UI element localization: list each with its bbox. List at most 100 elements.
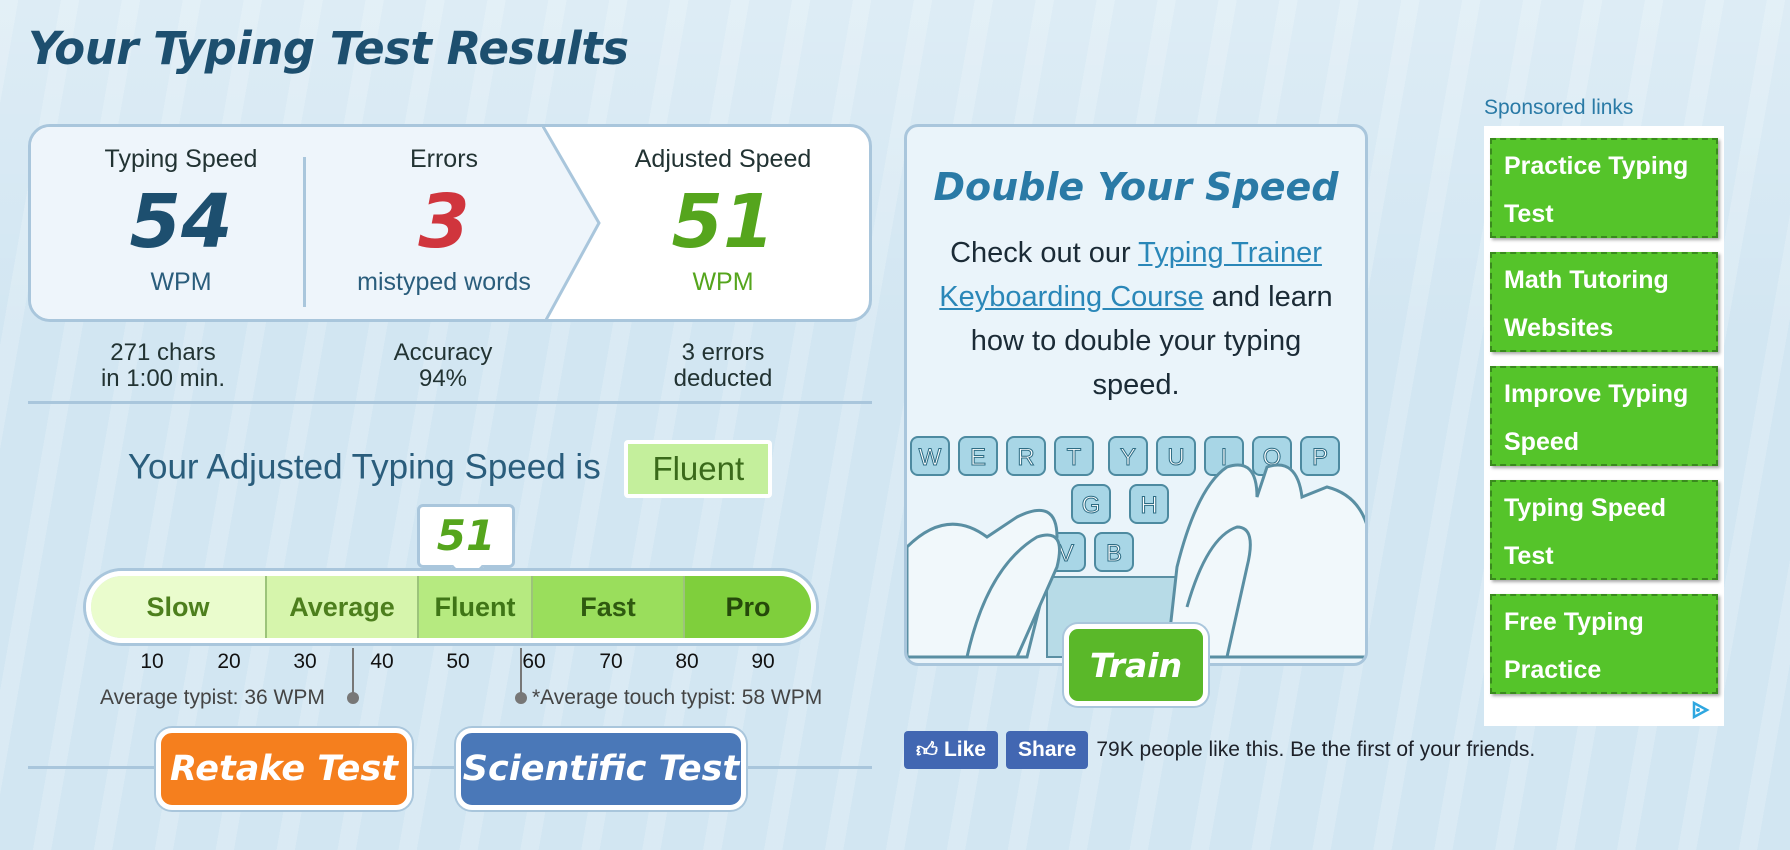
sponsored-link-line1: Math Tutoring [1504, 266, 1669, 294]
deducted-label: deducted [673, 365, 773, 392]
keyboard-key-label: G [1082, 492, 1101, 519]
chars-count: 271 chars [110, 339, 216, 366]
tick-label: 80 [675, 650, 699, 673]
scientific-test-button[interactable]: Scientific Test [456, 728, 746, 810]
keyboard-key-label: Y [1120, 444, 1136, 471]
typing-speed-unit: WPM [150, 268, 212, 296]
accuracy-value: 94% [418, 365, 468, 392]
page-title: Your Typing Test Results [28, 22, 629, 75]
tick-label: 30 [293, 650, 317, 673]
adjusted-speed-label: Adjusted Speed [634, 145, 812, 173]
keyboard-key: T [1054, 436, 1094, 476]
speed-scale: Slow Average Fluent Fast Pro [86, 571, 816, 643]
tick-label: 10 [140, 650, 164, 673]
keyboard-key-label: P [1312, 444, 1328, 471]
tick-label: 60 [522, 650, 546, 673]
sponsored-link-line2: Websites [1504, 314, 1614, 342]
scale-segment-average: Average [267, 576, 419, 638]
tick-label: 50 [446, 650, 470, 673]
results-panel: Typing Speed 54 WPM Errors 3 mistyped wo… [28, 124, 872, 322]
errors-label: Errors [409, 145, 479, 173]
keyboard-key-label: H [1140, 492, 1157, 519]
scale-segment-slow: Slow [91, 576, 267, 638]
sponsored-link[interactable]: Free Typing Practice [1490, 594, 1718, 694]
chars-duration: in 1:00 min. [100, 365, 226, 392]
tick-label: 90 [751, 650, 775, 673]
share-button[interactable]: Share [1005, 731, 1089, 769]
sponsored-link[interactable]: Typing Speed Test [1490, 480, 1718, 580]
tick-label: 70 [599, 650, 623, 673]
adjusted-speed-value: 51 [671, 179, 775, 265]
keyboard-key-label: W [919, 444, 942, 471]
scale-segment-fluent: Fluent [419, 576, 533, 638]
average-typist-note: Average typist: 36 WPM [100, 686, 325, 709]
rating-line: Your Adjusted Typing Speed is Fluent [0, 440, 900, 498]
keyboard-key: W [910, 436, 950, 476]
thumbs-up-icon: 👍︎ [916, 739, 938, 762]
deducted-count: 3 errors [681, 339, 765, 366]
sponsored-link-line2: Test [1504, 542, 1554, 570]
touch-marker-line [520, 648, 522, 694]
train-button[interactable]: Train [1064, 624, 1208, 706]
sponsored-link-line1: Typing Speed [1504, 494, 1667, 522]
results-divider [303, 157, 306, 307]
promo-heading: Double Your Speed [933, 165, 1339, 209]
keyboard-key: G [1071, 484, 1111, 524]
keyboard-key: P [1300, 436, 1340, 476]
scale-ticks: 10 20 30 40 50 60 70 80 90 [0, 650, 900, 680]
facebook-social-row: 👍︎ Like Share 79K people like this. Be th… [904, 730, 1535, 770]
rating-prefix: Your Adjusted Typing Speed is [127, 447, 601, 487]
errors-value: 3 [418, 179, 470, 265]
sponsored-links-label: Sponsored links [1484, 96, 1634, 119]
promo-text-before: Check out our [950, 237, 1139, 269]
scale-segment-pro: Pro [685, 576, 811, 638]
typing-speed-stat: Typing Speed 54 WPM [61, 145, 301, 297]
like-label: Like [943, 738, 986, 761]
accuracy-label: Accuracy [393, 339, 493, 366]
keyboard-key: U [1156, 436, 1196, 476]
average-marker-dot [347, 692, 359, 704]
average-marker-line [352, 648, 354, 694]
adjusted-speed-unit: WPM [692, 268, 754, 296]
sponsored-link[interactable]: Improve Typing Speed [1490, 366, 1718, 466]
tick-label: 40 [370, 650, 394, 673]
sponsored-link-line2: Practice [1504, 656, 1602, 684]
promo-text: Check out our Typing Trainer Keyboarding… [927, 231, 1345, 407]
ad-panel: Practice Typing Test Math Tutoring Websites… [1484, 126, 1724, 726]
keyboard-key-label: U [1167, 444, 1184, 471]
rating-badge: Fluent [624, 440, 773, 498]
accuracy-detail: Accuracy 94% [323, 340, 563, 392]
like-button[interactable]: 👍︎ Like [904, 731, 998, 769]
typing-speed-label: Typing Speed [104, 145, 258, 173]
errors-stat: Errors 3 mistyped words [324, 145, 564, 297]
touch-marker-dot [515, 692, 527, 704]
promo-panel: Double Your Speed Check out our Typing T… [904, 124, 1368, 666]
sponsored-link-line2: Speed [1504, 428, 1580, 456]
speed-marker-bubble: 51 [417, 504, 515, 568]
keyboard-key-label: B [1106, 540, 1122, 567]
sponsored-link-line1: Free Typing [1504, 608, 1644, 636]
tick-label: 20 [217, 650, 241, 673]
like-count-text: 79K people like this. Be the first of yo… [1096, 738, 1536, 761]
typing-speed-value: 54 [129, 179, 233, 265]
keyboard-key: R [1006, 436, 1046, 476]
chars-detail: 271 chars in 1:00 min. [43, 340, 283, 392]
keyboard-key: H [1129, 484, 1169, 524]
sponsored-link-line1: Improve Typing [1504, 380, 1689, 408]
errors-unit: mistyped words [357, 268, 531, 296]
retake-test-button[interactable]: Retake Test [156, 728, 412, 810]
keyboard-key-label: T [1067, 444, 1082, 471]
keyboard-key: B [1094, 532, 1134, 572]
scale-segment-fast: Fast [533, 576, 685, 638]
sponsored-link-line1: Practice Typing [1504, 152, 1689, 180]
touch-typist-note: *Average touch typist: 58 WPM [532, 686, 823, 709]
keyboard-key-label: R [1017, 444, 1034, 471]
deducted-detail: 3 errors deducted [603, 340, 843, 392]
keyboard-key-label: E [970, 444, 986, 471]
sponsored-link-line2: Test [1504, 200, 1554, 228]
sponsored-link[interactable]: Math Tutoring Websites [1490, 252, 1718, 352]
section-divider [28, 401, 872, 404]
sponsored-link[interactable]: Practice Typing Test [1490, 138, 1718, 238]
keyboard-key: E [958, 436, 998, 476]
adchoices-icon[interactable] [1690, 700, 1710, 720]
